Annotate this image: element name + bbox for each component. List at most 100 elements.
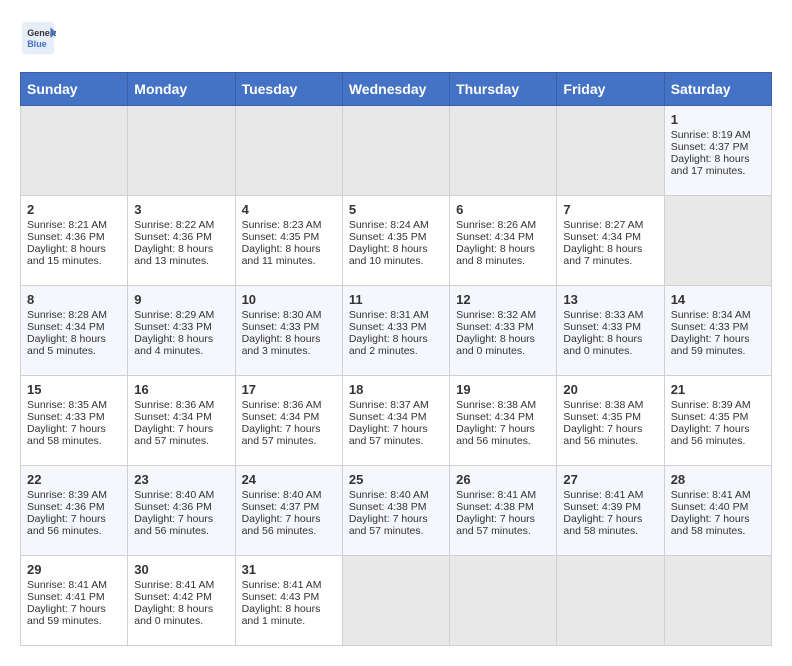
sunrise: Sunrise: 8:31 AM [349,309,429,321]
sunrise: Sunrise: 8:23 AM [242,219,322,231]
sunrise: Sunrise: 8:40 AM [242,489,322,501]
sunset: Sunset: 4:36 PM [27,501,105,513]
day-number: 3 [134,202,228,217]
daylight: Daylight: 8 hours and 0 minutes. [134,603,213,627]
daylight: Daylight: 8 hours and 4 minutes. [134,333,213,357]
daylight: Daylight: 7 hours and 57 minutes. [242,423,321,447]
day-number: 21 [671,382,765,397]
day-cell-8: 8 Sunrise: 8:28 AM Sunset: 4:34 PM Dayli… [21,286,128,376]
day-cell-3: 3 Sunrise: 8:22 AM Sunset: 4:36 PM Dayli… [128,196,235,286]
sunrise: Sunrise: 8:39 AM [671,399,751,411]
day-cell-18: 18 Sunrise: 8:37 AM Sunset: 4:34 PM Dayl… [342,376,449,466]
daylight: Daylight: 7 hours and 57 minutes. [349,513,428,537]
day-cell-6: 6 Sunrise: 8:26 AM Sunset: 4:34 PM Dayli… [450,196,557,286]
page-header: General Blue [20,20,772,56]
daylight: Daylight: 8 hours and 15 minutes. [27,243,106,267]
day-number: 13 [563,292,657,307]
sunset: Sunset: 4:34 PM [456,231,534,243]
day-cell-27: 27 Sunrise: 8:41 AM Sunset: 4:39 PM Dayl… [557,466,664,556]
sunset: Sunset: 4:33 PM [563,321,641,333]
sunset: Sunset: 4:35 PM [349,231,427,243]
sunrise: Sunrise: 8:29 AM [134,309,214,321]
daylight: Daylight: 8 hours and 8 minutes. [456,243,535,267]
sunset: Sunset: 4:34 PM [349,411,427,423]
sunset: Sunset: 4:33 PM [456,321,534,333]
day-number: 2 [27,202,121,217]
daylight: Daylight: 8 hours and 3 minutes. [242,333,321,357]
day-number: 14 [671,292,765,307]
day-cell-5: 5 Sunrise: 8:24 AM Sunset: 4:35 PM Dayli… [342,196,449,286]
daylight: Daylight: 8 hours and 11 minutes. [242,243,321,267]
day-number: 18 [349,382,443,397]
day-number: 30 [134,562,228,577]
calendar-header: SundayMondayTuesdayWednesdayThursdayFrid… [21,73,772,106]
sunset: Sunset: 4:40 PM [671,501,749,513]
empty-cell [235,106,342,196]
daylight: Daylight: 8 hours and 1 minute. [242,603,321,627]
sunset: Sunset: 4:34 PM [134,411,212,423]
sunrise: Sunrise: 8:27 AM [563,219,643,231]
sunrise: Sunrise: 8:36 AM [242,399,322,411]
daylight: Daylight: 7 hours and 56 minutes. [134,513,213,537]
sunrise: Sunrise: 8:37 AM [349,399,429,411]
sunrise: Sunrise: 8:32 AM [456,309,536,321]
daylight: Daylight: 8 hours and 0 minutes. [456,333,535,357]
sunrise: Sunrise: 8:41 AM [671,489,751,501]
sunrise: Sunrise: 8:39 AM [27,489,107,501]
day-number: 27 [563,472,657,487]
sunrise: Sunrise: 8:41 AM [456,489,536,501]
sunset: Sunset: 4:37 PM [242,501,320,513]
day-cell-28: 28 Sunrise: 8:41 AM Sunset: 4:40 PM Dayl… [664,466,771,556]
sunrise: Sunrise: 8:41 AM [242,579,322,591]
sunset: Sunset: 4:36 PM [27,231,105,243]
day-number: 28 [671,472,765,487]
day-number: 5 [349,202,443,217]
day-number: 15 [27,382,121,397]
day-number: 12 [456,292,550,307]
sunrise: Sunrise: 8:40 AM [134,489,214,501]
sunrise: Sunrise: 8:22 AM [134,219,214,231]
calendar-table: SundayMondayTuesdayWednesdayThursdayFrid… [20,72,772,646]
daylight: Daylight: 7 hours and 56 minutes. [242,513,321,537]
day-header-monday: Monday [128,73,235,106]
sunset: Sunset: 4:34 PM [242,411,320,423]
empty-cell [450,106,557,196]
sunset: Sunset: 4:34 PM [563,231,641,243]
sunrise: Sunrise: 8:28 AM [27,309,107,321]
day-cell-21: 21 Sunrise: 8:39 AM Sunset: 4:35 PM Dayl… [664,376,771,466]
empty-cell [664,196,771,286]
day-cell-16: 16 Sunrise: 8:36 AM Sunset: 4:34 PM Dayl… [128,376,235,466]
day-number: 10 [242,292,336,307]
day-number: 9 [134,292,228,307]
day-number: 1 [671,112,765,127]
empty-cell [664,556,771,646]
day-number: 7 [563,202,657,217]
sunset: Sunset: 4:38 PM [456,501,534,513]
day-header-thursday: Thursday [450,73,557,106]
daylight: Daylight: 8 hours and 5 minutes. [27,333,106,357]
empty-cell [557,106,664,196]
day-number: 22 [27,472,121,487]
day-cell-29: 29 Sunrise: 8:41 AM Sunset: 4:41 PM Dayl… [21,556,128,646]
daylight: Daylight: 8 hours and 13 minutes. [134,243,213,267]
sunrise: Sunrise: 8:38 AM [563,399,643,411]
daylight: Daylight: 7 hours and 56 minutes. [671,423,750,447]
daylight: Daylight: 8 hours and 2 minutes. [349,333,428,357]
empty-cell [21,106,128,196]
day-number: 16 [134,382,228,397]
day-cell-12: 12 Sunrise: 8:32 AM Sunset: 4:33 PM Dayl… [450,286,557,376]
day-number: 31 [242,562,336,577]
day-header-sunday: Sunday [21,73,128,106]
daylight: Daylight: 7 hours and 58 minutes. [563,513,642,537]
sunset: Sunset: 4:35 PM [563,411,641,423]
day-number: 20 [563,382,657,397]
day-header-saturday: Saturday [664,73,771,106]
sunset: Sunset: 4:39 PM [563,501,641,513]
sunrise: Sunrise: 8:34 AM [671,309,751,321]
day-number: 23 [134,472,228,487]
day-cell-26: 26 Sunrise: 8:41 AM Sunset: 4:38 PM Dayl… [450,466,557,556]
day-cell-17: 17 Sunrise: 8:36 AM Sunset: 4:34 PM Dayl… [235,376,342,466]
daylight: Daylight: 7 hours and 58 minutes. [671,513,750,537]
day-cell-9: 9 Sunrise: 8:29 AM Sunset: 4:33 PM Dayli… [128,286,235,376]
day-number: 19 [456,382,550,397]
